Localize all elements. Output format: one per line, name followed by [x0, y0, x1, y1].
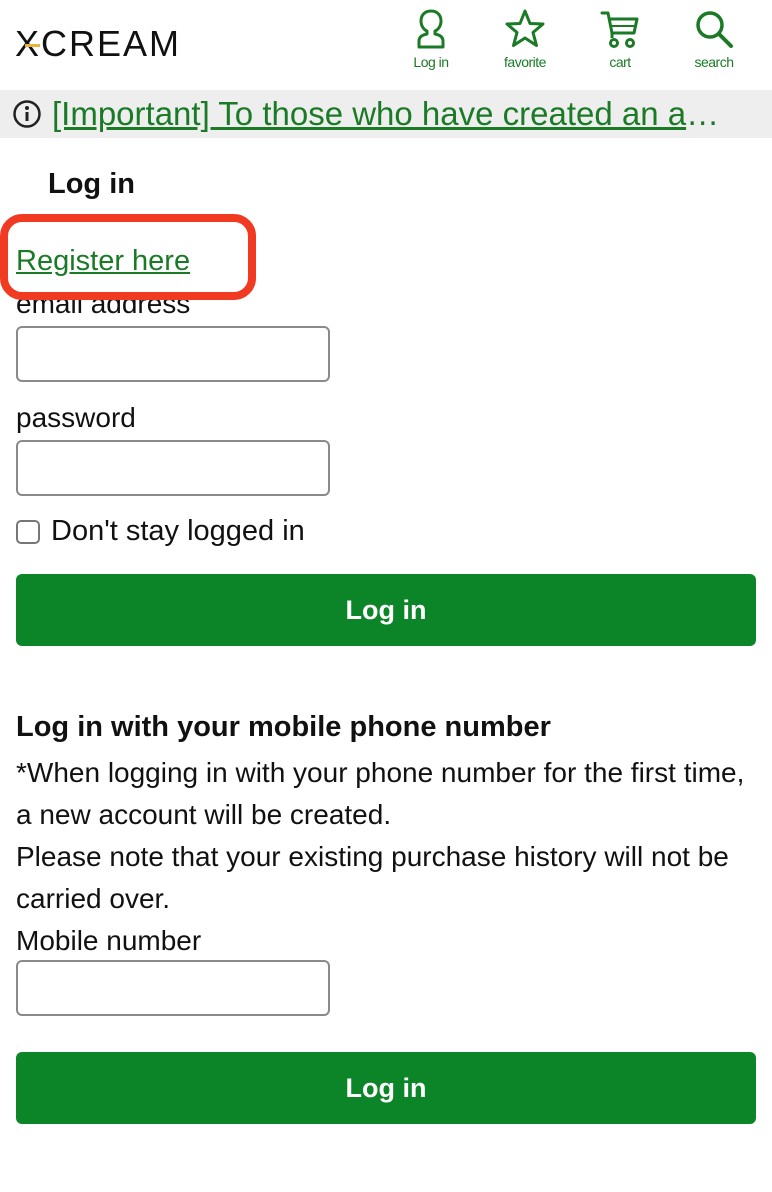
nav-login[interactable]: Log in: [396, 8, 466, 82]
mobile-login-submit-button[interactable]: Log in: [16, 1052, 756, 1124]
site-header: XC REAM Log in favorite cart search: [0, 0, 772, 90]
password-label: password: [16, 402, 136, 433]
search-icon: [679, 8, 749, 50]
info-icon: [12, 99, 42, 129]
email-input[interactable]: [16, 326, 330, 382]
logo-prefix: XC: [15, 23, 69, 65]
xcream-logo[interactable]: XC REAM: [15, 22, 181, 66]
login-submit-button[interactable]: Log in: [16, 574, 756, 646]
nav-search[interactable]: search: [679, 8, 749, 82]
mobile-note-line-2: Please note that your existing purchase …: [16, 841, 729, 914]
nav-cart[interactable]: cart: [585, 8, 655, 82]
nav-favorite-label: favorite: [504, 54, 546, 70]
cart-icon: [585, 8, 655, 50]
stay-logged-out-checkbox[interactable]: [16, 519, 40, 544]
nav-search-label: search: [694, 54, 734, 70]
stay-logged-out-row[interactable]: Don't stay logged in: [16, 515, 305, 548]
mobile-number-input[interactable]: [16, 960, 330, 1016]
login-title: Log in: [48, 168, 135, 200]
important-notice-link[interactable]: [Important] To those who have created an…: [52, 95, 732, 133]
logo-prefix-text: XC: [15, 23, 70, 64]
stay-logged-out-label: Don't stay logged in: [51, 515, 305, 547]
register-link[interactable]: Register here: [16, 245, 195, 278]
mobile-login-title: Log in with your mobile phone number: [16, 711, 551, 743]
nav-login-label: Log in: [413, 54, 449, 70]
password-input[interactable]: [16, 440, 330, 496]
mobile-login-note: *When logging in with your phone number …: [16, 752, 756, 962]
logo-suffix-text: REAM: [69, 23, 182, 64]
mobile-note-line-1: *When logging in with your phone number …: [16, 757, 745, 830]
logo-accent-bar: [25, 44, 40, 47]
notice-bar: [Important] To those who have created an…: [0, 90, 772, 138]
mobile-number-label: Mobile number: [16, 925, 202, 956]
user-icon: [396, 8, 466, 50]
star-icon: [490, 8, 560, 50]
email-label: email address: [16, 288, 191, 316]
nav-favorite[interactable]: favorite: [490, 8, 560, 82]
nav-cart-label: cart: [609, 54, 631, 70]
